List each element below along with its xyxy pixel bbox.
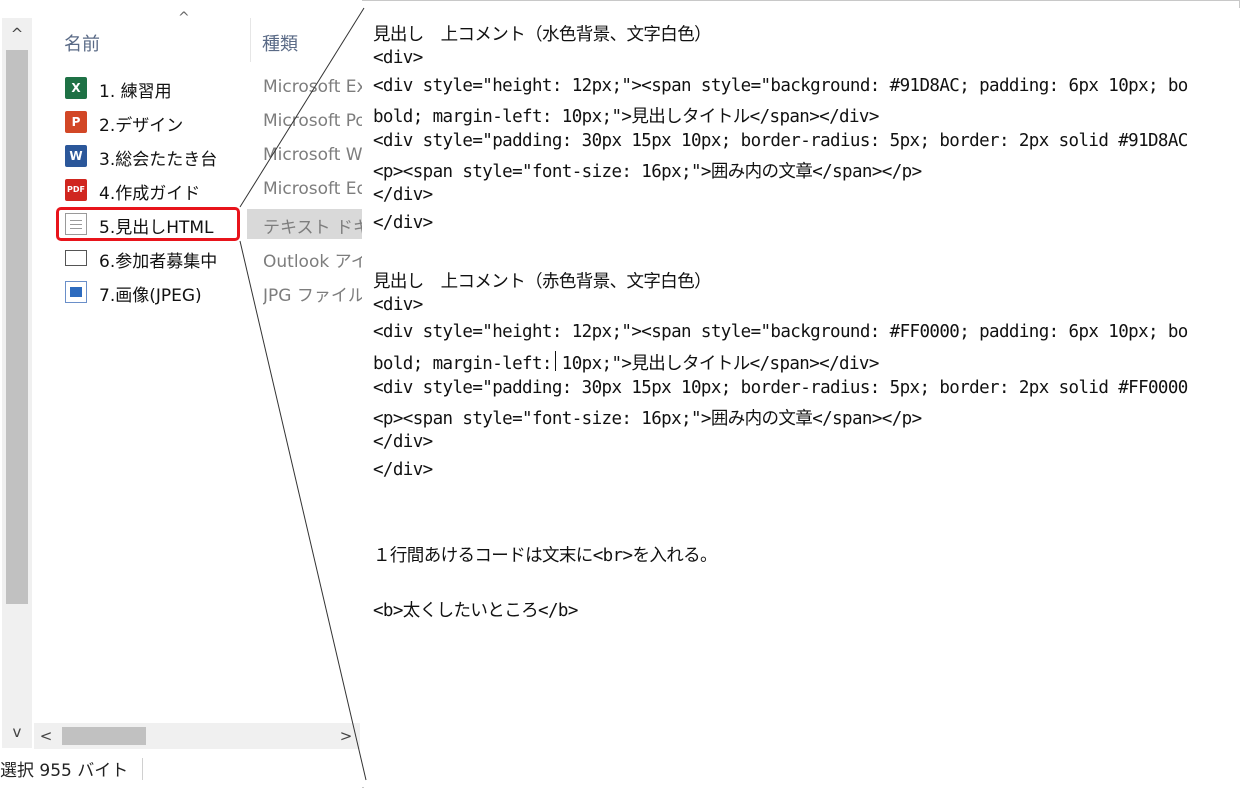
file-explorer-pane: ^ v ^ 名前 種類 X 1. 練習用 Microsoft Ex P 2.デザ…: [0, 0, 362, 788]
code-line: <p><span style="font-size: 16px;">囲み内の文章…: [373, 409, 922, 429]
file-name: 3.総会たたき台: [99, 150, 218, 170]
file-row[interactable]: X 1. 練習用 Microsoft Ex: [56, 71, 362, 105]
code-line: </div>: [373, 213, 433, 233]
file-name: 2.デザイン: [99, 116, 184, 136]
vertical-scrollbar[interactable]: ^ v: [2, 18, 32, 748]
status-divider: [142, 758, 143, 780]
column-type-header[interactable]: 種類: [262, 30, 298, 56]
code-line: </div>: [373, 432, 433, 452]
file-row[interactable]: PDF 4.作成ガイド Microsoft Ed: [56, 173, 362, 207]
scroll-left-icon[interactable]: <: [34, 723, 58, 749]
scroll-right-icon[interactable]: >: [334, 723, 358, 749]
file-type: Microsoft W: [263, 145, 362, 165]
file-name: 4.作成ガイド: [99, 184, 201, 204]
file-row[interactable]: 7.画像(JPEG) JPG ファイル: [56, 275, 362, 309]
horizontal-scrollbar[interactable]: < >: [34, 723, 360, 749]
code-line: </div>: [373, 185, 433, 205]
file-type: テキスト ドキュ: [263, 218, 362, 238]
code-line: <div style="padding: 30px 15px 10px; bor…: [373, 131, 1188, 151]
text-cursor: [555, 351, 556, 371]
file-name: 7.画像(JPEG): [99, 286, 202, 306]
code-line: 見出し 上コメント（水色背景、文字白色）: [373, 25, 712, 45]
column-name-header[interactable]: 名前: [64, 30, 100, 56]
status-bar-text: 選択 955 バイト: [0, 761, 129, 781]
excel-icon: X: [65, 77, 87, 99]
code-line: <div>: [373, 48, 423, 68]
code-line: １行間あけるコードは文末に<br>を入れる。: [373, 546, 718, 566]
file-type: Microsoft Ex: [263, 77, 362, 97]
code-line: <div style="padding: 30px 15px 10px; bor…: [373, 378, 1188, 398]
scrollbar-thumb[interactable]: [6, 50, 28, 604]
highlight-box: [56, 207, 240, 241]
code-line: bold; margin-left: 10px;">見出しタイトル</span>…: [373, 107, 879, 127]
code-line: <div>: [373, 295, 423, 315]
image-icon: [65, 281, 87, 303]
column-divider[interactable]: [250, 18, 251, 62]
file-row[interactable]: W 3.総会たたき台 Microsoft W: [56, 139, 362, 173]
code-line: <b>太くしたいところ</b>: [373, 601, 578, 621]
file-type: Microsoft Ed: [263, 179, 362, 199]
scroll-down-icon[interactable]: v: [2, 720, 32, 744]
code-line: <div style="height: 12px;"><span style="…: [373, 322, 1188, 342]
powerpoint-icon: P: [65, 111, 87, 133]
pdf-icon: PDF: [65, 179, 87, 201]
code-line: <p><span style="font-size: 16px;">囲み内の文章…: [373, 162, 922, 182]
code-line: <div style="height: 12px;"><span style="…: [373, 76, 1188, 96]
code-line: 見出し 上コメント（赤色背景、文字白色）: [373, 272, 712, 292]
file-row[interactable]: P 2.デザイン Microsoft Po: [56, 105, 362, 139]
column-header: ^ 名前 種類: [32, 0, 362, 64]
mail-icon: [65, 250, 87, 266]
code-line: </div>: [373, 460, 433, 480]
file-name: 1. 練習用: [99, 82, 172, 102]
file-type: Outlook アイ: [263, 252, 362, 272]
sort-ascending-icon[interactable]: ^: [178, 10, 190, 26]
file-name: 6.参加者募集中: [99, 252, 218, 272]
text-editor-pane[interactable]: 見出し 上コメント（水色背景、文字白色） <div> <div style="h…: [364, 8, 1240, 788]
word-icon: W: [65, 145, 87, 167]
file-row[interactable]: 6.参加者募集中 Outlook アイ: [56, 241, 362, 275]
code-line: bold; margin-left: 10px;">見出しタイトル</span>…: [373, 354, 879, 374]
scroll-up-icon[interactable]: ^: [2, 22, 32, 46]
scrollbar-thumb[interactable]: [62, 727, 146, 745]
file-type: JPG ファイル: [263, 286, 362, 306]
file-type: Microsoft Po: [263, 111, 362, 131]
